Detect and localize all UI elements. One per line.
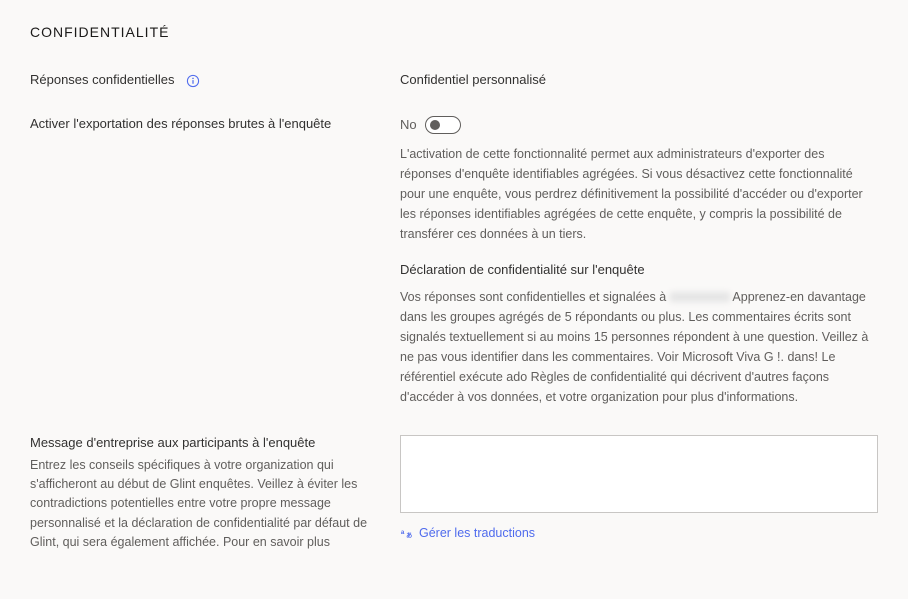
company-message-input[interactable]	[400, 435, 878, 513]
translate-icon: a あ	[400, 526, 414, 540]
privacy-text-part2: Apprenez-en davantage dans les groupes a…	[400, 290, 868, 404]
svg-text:a: a	[401, 528, 405, 535]
manage-translations-link[interactable]: a あ Gérer les traductions	[400, 526, 878, 540]
manage-translations-label: Gérer les traductions	[419, 526, 535, 540]
privacy-statement-text: Vos réponses sont confidentielles et sig…	[400, 287, 878, 407]
raw-export-toggle-label: No	[400, 117, 417, 132]
privacy-text-part1: Vos réponses sont confidentielles et sig…	[400, 290, 670, 304]
info-icon[interactable]	[186, 74, 200, 88]
raw-export-toggle[interactable]	[425, 116, 461, 134]
redacted-recipient	[670, 292, 730, 302]
confidential-responses-value: Confidentiel personnalisé	[400, 72, 546, 87]
company-message-help: Entrez les conseils spécifiques à votre …	[30, 456, 380, 553]
toggle-knob	[430, 120, 440, 130]
row-company-message: Message d'entreprise aux participants à …	[30, 435, 878, 553]
row-confidential-responses: Réponses confidentielles Confidentiel pe…	[30, 72, 878, 88]
confidential-responses-label: Réponses confidentielles	[30, 72, 175, 87]
raw-export-label: Activer l'exportation des réponses brute…	[30, 116, 331, 131]
privacy-statement-heading: Déclaration de confidentialité sur l'enq…	[400, 262, 878, 277]
section-title: CONFIDENTIALITÉ	[30, 24, 878, 40]
row-raw-export: Activer l'exportation des réponses brute…	[30, 116, 878, 407]
raw-export-description: L'activation de cette fonctionnalité per…	[400, 144, 878, 244]
company-message-label: Message d'entreprise aux participants à …	[30, 435, 380, 450]
svg-text:あ: あ	[406, 531, 412, 539]
